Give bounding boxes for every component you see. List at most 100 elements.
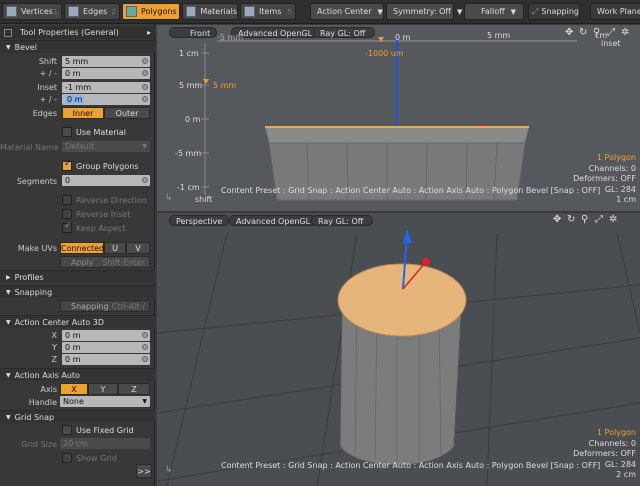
symmetry-dropdown[interactable]: Symmetry: Off ▼ bbox=[386, 3, 462, 20]
falloff-dropdown[interactable]: Falloff ▼ bbox=[464, 3, 524, 20]
snapping-toggle-button[interactable]: Snapping Ctrl-Alt-/ bbox=[60, 300, 150, 312]
expand-panel-button[interactable]: >> bbox=[136, 464, 152, 478]
gear-icon[interactable]: ✲ bbox=[621, 27, 629, 38]
bevel-section-header[interactable]: ▼ Bevel bbox=[0, 40, 155, 53]
expand-arrow-icon: ▶ bbox=[6, 273, 11, 281]
zoom-icon[interactable]: ⚲ bbox=[593, 27, 600, 38]
reverse-inset-checkbox[interactable] bbox=[62, 209, 72, 219]
items-icon bbox=[244, 6, 255, 17]
inset-label: Inset bbox=[37, 83, 57, 92]
grid-size-field[interactable]: 20 cm bbox=[60, 438, 150, 449]
gear-icon[interactable]: ✲ bbox=[609, 214, 617, 225]
action-axis-section-header[interactable]: ▼ Action Axis Auto bbox=[0, 368, 155, 381]
group-polygons-checkbox[interactable]: ✓ bbox=[62, 159, 72, 171]
work-plane-button[interactable]: Work Plane bbox=[590, 3, 640, 20]
show-grid-checkbox[interactable] bbox=[62, 453, 72, 463]
ray-gl-button[interactable]: Ray GL: Off bbox=[313, 27, 375, 38]
tab-materials[interactable]: Materials bbox=[182, 3, 238, 20]
front-status-line: Content Preset : Grid Snap : Action Cent… bbox=[221, 186, 601, 195]
snapping-icon: ⤢ bbox=[532, 6, 539, 16]
shift-variation-label: + / - bbox=[39, 69, 57, 78]
center-y-field[interactable]: 0 m bbox=[62, 342, 150, 353]
channel-dot-icon[interactable] bbox=[142, 356, 148, 362]
action-center-section-header[interactable]: ▼ Action Center Auto 3D bbox=[0, 315, 155, 328]
shading-button[interactable]: Advanced OpenGL bbox=[231, 27, 320, 38]
center-x-field[interactable]: 0 m bbox=[62, 330, 150, 341]
cup-top-face bbox=[337, 263, 467, 337]
maximize-icon[interactable]: ⤢ bbox=[607, 27, 615, 38]
chevron-down-icon: ▼ bbox=[510, 7, 517, 16]
edges-label: Edges bbox=[32, 109, 57, 118]
channel-dot-icon[interactable] bbox=[142, 58, 148, 64]
channel-dot-icon[interactable] bbox=[142, 70, 148, 76]
shading-button[interactable]: Advanced OpenGL bbox=[229, 215, 318, 226]
center-z-field[interactable]: 0 m bbox=[62, 354, 150, 365]
top-toolbar: Vertices 1 Edges 2 Polygons Materials Item… bbox=[0, 0, 640, 24]
action-center-dropdown[interactable]: Action Center ▼ bbox=[310, 3, 384, 20]
y-tick-label: -1 cm bbox=[177, 183, 200, 192]
zoom-icon[interactable]: ⚲ bbox=[581, 214, 588, 225]
vertices-icon bbox=[6, 6, 17, 17]
axis-label: Axis bbox=[40, 385, 57, 394]
tab-vertices[interactable]: Vertices 1 bbox=[2, 3, 62, 20]
make-uvs-u-button[interactable]: U bbox=[104, 242, 126, 254]
tab-edges[interactable]: Edges 2 bbox=[64, 3, 120, 20]
perspective-viewport[interactable]: Perspective Advanced OpenGL Ray GL: Off … bbox=[157, 213, 640, 486]
use-fixed-grid-checkbox[interactable] bbox=[62, 425, 72, 435]
perspective-canvas bbox=[157, 229, 640, 486]
make-uvs-v-button[interactable]: V bbox=[126, 242, 150, 254]
rotate-icon[interactable]: ↻ bbox=[567, 214, 575, 225]
cup-rim bbox=[264, 126, 530, 144]
channel-dot-icon[interactable] bbox=[142, 96, 148, 102]
reverse-inset-label: Reverse Inset bbox=[76, 210, 131, 219]
show-grid-label: Show Grid bbox=[76, 454, 117, 463]
channel-dot-icon[interactable] bbox=[142, 177, 148, 183]
y-arrow-icon[interactable] bbox=[403, 229, 412, 243]
material-name-dropdown[interactable]: Default ▼ bbox=[62, 141, 150, 152]
use-fixed-grid-label: Use Fixed Grid bbox=[76, 426, 134, 435]
pan-icon[interactable]: ✥ bbox=[553, 214, 561, 225]
view-type-button[interactable]: Perspective bbox=[169, 215, 230, 226]
axis-y-button[interactable]: Y bbox=[88, 383, 118, 395]
segments-field[interactable]: 0 bbox=[62, 175, 150, 186]
shift-variation-field[interactable]: 0 m bbox=[62, 68, 150, 79]
axis-x-button[interactable]: X bbox=[60, 383, 88, 395]
front-viewport[interactable]: Front Advanced OpenGL Ray GL: Off -5 mm … bbox=[157, 25, 640, 211]
polygons-icon bbox=[126, 6, 137, 17]
x-axis-handle-end[interactable] bbox=[422, 258, 430, 266]
ray-gl-button[interactable]: Ray GL: Off bbox=[311, 215, 373, 226]
pan-icon[interactable]: ✥ bbox=[565, 27, 573, 38]
snapping-button[interactable]: ⤢ Snapping bbox=[528, 3, 580, 20]
shift-field[interactable]: 5 mm bbox=[62, 56, 150, 67]
rotate-icon[interactable]: ↻ bbox=[579, 27, 587, 38]
edges-outer-button[interactable]: Outer bbox=[104, 107, 150, 119]
view-type-button[interactable]: Front bbox=[169, 27, 218, 38]
keep-aspect-checkbox[interactable]: ✓ bbox=[62, 221, 72, 233]
profiles-section-header[interactable]: ▶ Profiles bbox=[0, 270, 155, 283]
snapping-section-header[interactable]: ▼ Snapping bbox=[0, 285, 155, 298]
tab-items[interactable]: Items 5 bbox=[240, 3, 296, 20]
panel-options-icon[interactable]: ▸ bbox=[147, 28, 151, 37]
use-material-checkbox[interactable] bbox=[62, 127, 72, 137]
make-uvs-connected-button[interactable]: Connected bbox=[60, 242, 104, 254]
inset-variation-field[interactable]: 0 m bbox=[62, 94, 150, 105]
handle-dropdown[interactable]: None ▼ bbox=[60, 396, 150, 407]
y-marker-icon[interactable] bbox=[203, 79, 209, 84]
channel-dot-icon[interactable] bbox=[142, 344, 148, 350]
inset-field[interactable]: -1 mm bbox=[62, 82, 150, 93]
apply-button[interactable]: Apply Shift-Enter bbox=[60, 256, 150, 268]
y-label: Y bbox=[52, 343, 57, 352]
axis-z-button[interactable]: Z bbox=[118, 383, 150, 395]
channel-dot-icon[interactable] bbox=[142, 84, 148, 90]
material-name-label: Material Name bbox=[0, 143, 59, 152]
grid-snap-section-header[interactable]: ▼ Grid Snap bbox=[0, 410, 155, 423]
channel-dot-icon[interactable] bbox=[142, 332, 148, 338]
maximize-icon[interactable]: ⤢ bbox=[595, 214, 603, 225]
panel-menu-icon[interactable] bbox=[4, 28, 12, 37]
shift-label: Shift bbox=[38, 57, 57, 66]
axis-gizmo-icon: ↳ bbox=[165, 465, 173, 475]
reverse-direction-checkbox[interactable] bbox=[62, 195, 72, 205]
tab-polygons[interactable]: Polygons bbox=[122, 3, 180, 20]
reverse-direction-label: Reverse Direction bbox=[76, 196, 147, 205]
edges-inner-button[interactable]: Inner bbox=[62, 107, 104, 119]
